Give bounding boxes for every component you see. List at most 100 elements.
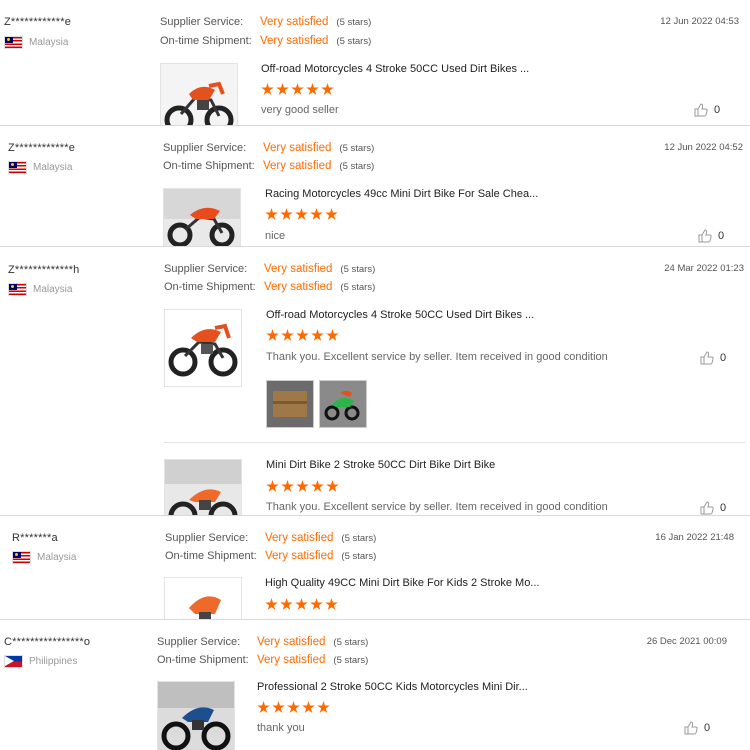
- dirt-bike-image: [158, 682, 234, 750]
- reviewer-country: Malaysia: [8, 161, 72, 174]
- like-count: 0: [704, 722, 711, 734]
- malaysia-flag-icon: [8, 283, 27, 296]
- star-icon: [310, 208, 323, 220]
- review-date: 16 Jan 2022 21:48: [655, 532, 734, 543]
- product-title-link[interactable]: Off-road Motorcycles 4 Stroke 50CC Used …: [261, 63, 529, 75]
- like-button[interactable]: 0: [698, 229, 724, 243]
- product-rating-stars: [266, 329, 339, 342]
- review-comment: Thank you. Excellent service by seller. …: [266, 501, 608, 513]
- country-name: Malaysia: [37, 552, 77, 563]
- product-title-link[interactable]: Mini Dirt Bike 2 Stroke 50CC Dirt Bike D…: [266, 459, 495, 471]
- product-thumbnail[interactable]: [164, 459, 242, 515]
- like-count: 0: [718, 230, 725, 242]
- country-name: Malaysia: [33, 284, 73, 295]
- product-title-link[interactable]: Professional 2 Stroke 50CC Kids Motorcyc…: [257, 681, 528, 693]
- product-title-link[interactable]: High Quality 49CC Mini Dirt Bike For Kid…: [265, 577, 539, 589]
- stars-note: (5 stars): [333, 654, 369, 666]
- star-icon: [280, 598, 293, 610]
- star-icon: [281, 329, 294, 341]
- star-icon: [295, 208, 308, 220]
- star-icon: [296, 480, 309, 492]
- review-card: C****************o Philippines Supplier …: [0, 620, 750, 750]
- star-icon: [325, 208, 338, 220]
- review-comment: nice: [265, 230, 286, 242]
- dirt-bike-image: [165, 310, 241, 386]
- country-name: Malaysia: [33, 162, 73, 173]
- product-title-link[interactable]: Racing Motorcycles 49cc Mini Dirt Bike F…: [265, 188, 538, 200]
- supplier-service-value: Very satisfied: [260, 16, 329, 28]
- star-icon: [302, 701, 315, 713]
- review-date: 24 Mar 2022 01:23: [664, 263, 744, 274]
- star-icon: [266, 480, 279, 492]
- review-date: 12 Jun 2022 04:53: [660, 16, 739, 27]
- review-photo[interactable]: [319, 380, 367, 428]
- review-comment: very good seller: [261, 104, 339, 116]
- product-thumbnail[interactable]: [164, 577, 242, 619]
- ontime-shipment-rating: On-time Shipment: Very satisfied (5 star…: [160, 35, 371, 47]
- reviewer-name: Z*************h: [8, 264, 80, 276]
- supplier-service-rating: Supplier Service: Very satisfied (5 star…: [164, 263, 375, 275]
- reviewer-name: C****************o: [4, 636, 91, 648]
- like-button[interactable]: 0: [694, 103, 720, 117]
- philippines-flag-icon: [4, 655, 23, 668]
- supplier-service-rating: Supplier Service: Very satisfied (5 star…: [163, 142, 374, 154]
- star-icon: [326, 329, 339, 341]
- review-comment: thank you: [257, 722, 305, 734]
- like-count: 0: [720, 352, 727, 364]
- ontime-shipment-rating: On-time Shipment: Very satisfied (5 star…: [163, 160, 374, 172]
- ontime-shipment-rating: On-time Shipment: Very satisfied (5 star…: [157, 654, 368, 666]
- ontime-shipment-value: Very satisfied: [263, 160, 332, 172]
- product-divider: [164, 442, 745, 443]
- ontime-shipment-value: Very satisfied: [264, 281, 333, 293]
- product-rating-stars: [257, 701, 330, 714]
- product-rating-stars: [265, 208, 338, 221]
- star-icon: [296, 329, 309, 341]
- like-button[interactable]: 0: [684, 721, 710, 735]
- ontime-shipment-label: On-time Shipment:: [164, 281, 256, 293]
- product-thumbnail[interactable]: [163, 188, 241, 246]
- supplier-service-rating: Supplier Service: Very satisfied (5 star…: [165, 532, 376, 544]
- product-title-link[interactable]: Off-road Motorcycles 4 Stroke 50CC Used …: [266, 309, 534, 321]
- product-rating-stars: [266, 480, 339, 493]
- ontime-shipment-rating: On-time Shipment: Very satisfied (5 star…: [164, 281, 375, 293]
- supplier-service-label: Supplier Service:: [157, 636, 241, 648]
- reviewer-country: Malaysia: [12, 551, 76, 564]
- bikes-photo: [320, 381, 366, 427]
- supplier-service-label: Supplier Service:: [160, 16, 244, 28]
- product-thumbnail[interactable]: [164, 309, 242, 387]
- review-card: Z************e Malaysia Supplier Service…: [0, 126, 750, 247]
- star-icon: [325, 598, 338, 610]
- dirt-bike-image: [165, 578, 241, 619]
- supplier-service-label: Supplier Service:: [164, 263, 248, 275]
- product-thumbnail[interactable]: [160, 63, 238, 125]
- star-icon: [326, 480, 339, 492]
- malaysia-flag-icon: [4, 36, 23, 49]
- ontime-shipment-label: On-time Shipment:: [160, 35, 252, 47]
- like-count: 0: [714, 104, 721, 116]
- product-rating-stars: [261, 83, 334, 96]
- dirt-bike-image: [164, 189, 240, 246]
- star-icon: [265, 598, 278, 610]
- like-button[interactable]: 0: [700, 501, 726, 515]
- product-rating-stars: [265, 598, 338, 611]
- stars-note: (5 stars): [339, 142, 375, 154]
- malaysia-flag-icon: [8, 161, 27, 174]
- reviewer-country: Philippines: [4, 655, 77, 668]
- star-icon: [311, 329, 324, 341]
- reviewer-name: R*******a: [12, 532, 58, 544]
- ontime-shipment-value: Very satisfied: [265, 550, 334, 562]
- star-icon: [257, 701, 270, 713]
- reviewer-country: Malaysia: [8, 283, 72, 296]
- product-thumbnail[interactable]: [157, 681, 235, 750]
- like-button[interactable]: 0: [700, 351, 726, 365]
- review-photo[interactable]: [266, 380, 314, 428]
- thumbs-up-icon: [698, 229, 712, 243]
- thumbs-up-icon: [684, 721, 698, 735]
- reviewer-country: Malaysia: [4, 36, 68, 49]
- ontime-shipment-label: On-time Shipment:: [163, 160, 255, 172]
- review-card: Z************e Malaysia Supplier Service…: [0, 0, 750, 126]
- review-card: Z*************h Malaysia Supplier Servic…: [0, 247, 750, 516]
- stars-note: (5 stars): [341, 532, 377, 544]
- review-date: 12 Jun 2022 04:52: [664, 142, 743, 153]
- star-icon: [280, 208, 293, 220]
